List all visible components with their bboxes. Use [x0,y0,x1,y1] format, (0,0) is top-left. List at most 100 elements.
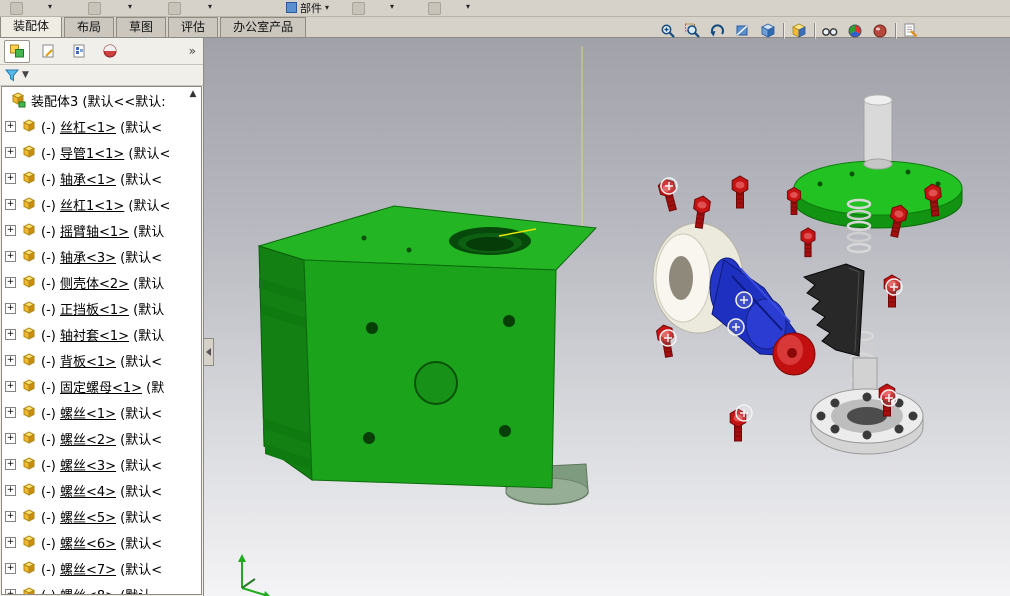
mate-marker-icon[interactable] [880,389,898,407]
part-icon [22,171,36,184]
zoom-in-out-icon[interactable] [658,21,678,41]
expand-icon[interactable]: + [5,328,16,340]
expand-icon[interactable]: + [5,432,16,444]
tree-item[interactable]: + (-) 丝杠<1> (默认< [2,113,201,139]
mate-marker-icon[interactable] [659,329,677,347]
tree-item[interactable]: + (-) 螺丝<2> (默认< [2,425,201,451]
tree-item[interactable]: + (-) 轴衬套<1> (默认 [2,321,201,347]
hide-show-items-icon[interactable] [820,21,840,41]
model-gear-rack[interactable] [802,263,865,357]
propertymanager-tab[interactable] [35,40,61,63]
part-icon [22,431,36,444]
part-icon [22,483,36,496]
filter-dropdown-icon[interactable]: ▼ [22,70,29,80]
expand-icon[interactable]: + [5,224,16,236]
tree-item[interactable]: + (-) 螺丝<3> (默认< [2,451,201,477]
tree-item[interactable]: + (-) 背板<1> (默认< [2,347,201,373]
previous-view-icon[interactable] [708,21,728,41]
tree-item-label: (-) 螺丝<6> (默认< [41,536,163,552]
expand-icon[interactable]: + [5,198,16,210]
featuremanager-tree-tab[interactable] [4,39,30,63]
feature-tree[interactable]: 装配体3 (默认<<默认: + (-) 丝杠<1> (默认< + (-) 导管1… [1,86,202,595]
view-settings-icon[interactable] [901,21,921,41]
tree-item[interactable]: + (-) 螺丝<4> (默认< [2,477,201,503]
expand-icon[interactable]: + [5,146,16,158]
tree-item[interactable]: + (-) 螺丝<6> (默认< [2,529,201,555]
display-style-icon[interactable] [789,21,809,41]
model-gearbox-housing[interactable] [257,205,598,506]
expand-icon[interactable]: + [5,536,16,548]
expand-icon[interactable]: + [5,484,16,496]
tab-assembly[interactable]: 装配体 [0,15,63,37]
tree-item[interactable]: + (-) 螺丝<1> (默认< [2,399,201,425]
toolbar-dropdown-icon[interactable]: ▾ [128,2,132,11]
expand-icon[interactable]: + [5,120,16,132]
displaymanager-tab[interactable] [97,40,123,63]
tree-item[interactable]: + (-) 螺丝<8> (默认 [2,581,201,594]
tree-item[interactable]: + (-) 导管1<1> (默认< [2,139,201,165]
zoom-fit-icon[interactable] [683,21,703,41]
part-icon [22,249,36,262]
mate-marker-icon[interactable] [735,291,753,309]
tree-item-label: (-) 螺丝<7> (默认< [41,562,163,578]
toolbar-dropdown-icon[interactable]: ▾ [390,2,394,11]
expand-icon[interactable]: + [5,354,16,366]
toolbar-dropdown-icon[interactable]: ▾ [208,2,212,11]
toolbar-icon[interactable] [428,2,441,15]
toolbar-icon[interactable] [88,2,101,15]
tab-evaluate[interactable]: 评估 [168,17,219,37]
tree-item[interactable]: + (-) 螺丝<7> (默认< [2,555,201,581]
expand-icon[interactable]: + [5,172,16,184]
mate-marker-icon[interactable] [727,318,745,336]
expand-icon[interactable]: + [5,276,16,288]
mate-marker-icon[interactable] [660,177,678,195]
section-view-icon[interactable] [733,21,753,41]
model-bolt[interactable] [800,227,816,258]
model-bolt[interactable] [731,175,749,209]
expand-icon[interactable]: + [5,406,16,418]
toolbar-icon[interactable] [352,2,365,15]
view-orientation-icon[interactable] [758,21,778,41]
tree-item-label: (-) 摇臂轴<1> (默认 [41,224,165,240]
tree-item-label: (-) 螺丝<4> (默认< [41,484,163,500]
tree-item[interactable]: + (-) 摇臂轴<1> (默认 [2,217,201,243]
tree-item[interactable]: + (-) 轴承<3> (默认< [2,243,201,269]
expand-icon[interactable]: + [5,302,16,314]
panel-collapse-handle[interactable] [204,338,214,366]
model-exploded-assembly[interactable] [652,94,963,455]
tab-office-products[interactable]: 办公室产品 [220,17,307,37]
edit-appearance-icon[interactable] [845,21,865,41]
tree-item[interactable]: + (-) 侧壳体<2> (默认 [2,269,201,295]
model-bearing[interactable] [810,357,924,455]
part-toolbar-button[interactable]: 部件 ▾ [286,0,329,15]
scene-3d[interactable] [204,38,1010,596]
tree-root-item[interactable]: 装配体3 (默认<<默认: [2,87,201,113]
expand-icon[interactable]: + [5,588,16,594]
configurationmanager-tab[interactable] [66,40,92,63]
graphics-viewport[interactable] [204,38,1010,596]
toolbar-icon[interactable] [10,2,23,15]
tree-item[interactable]: + (-) 螺丝<5> (默认< [2,503,201,529]
expand-icon[interactable]: + [5,250,16,262]
toolbar-dropdown-icon[interactable]: ▾ [466,2,470,11]
expand-icon[interactable]: + [5,562,16,574]
panel-tab-overflow-button[interactable]: » [189,44,199,58]
tree-item[interactable]: + (-) 正挡板<1> (默认 [2,295,201,321]
tree-item[interactable]: + (-) 丝杠1<1> (默认< [2,191,201,217]
tab-layout[interactable]: 布局 [64,17,115,37]
model-shaft[interactable] [709,257,816,376]
toolbar-dropdown-icon[interactable]: ▾ [48,2,52,11]
configurationmanager-icon [73,44,85,58]
expand-icon[interactable]: + [5,510,16,522]
mate-marker-icon[interactable] [885,278,903,296]
tree-item[interactable]: + (-) 固定螺母<1> (默 [2,373,201,399]
tab-sketch[interactable]: 草图 [116,17,167,37]
tree-item[interactable]: + (-) 轴承<1> (默认< [2,165,201,191]
filter-funnel-icon[interactable] [4,67,20,83]
apply-scene-icon[interactable] [870,21,890,41]
mate-marker-icon[interactable] [735,404,753,422]
expand-icon[interactable]: + [5,380,16,392]
toolbar-icon[interactable] [168,2,181,15]
tree-scroll-up[interactable]: ▲ [187,88,199,100]
expand-icon[interactable]: + [5,458,16,470]
